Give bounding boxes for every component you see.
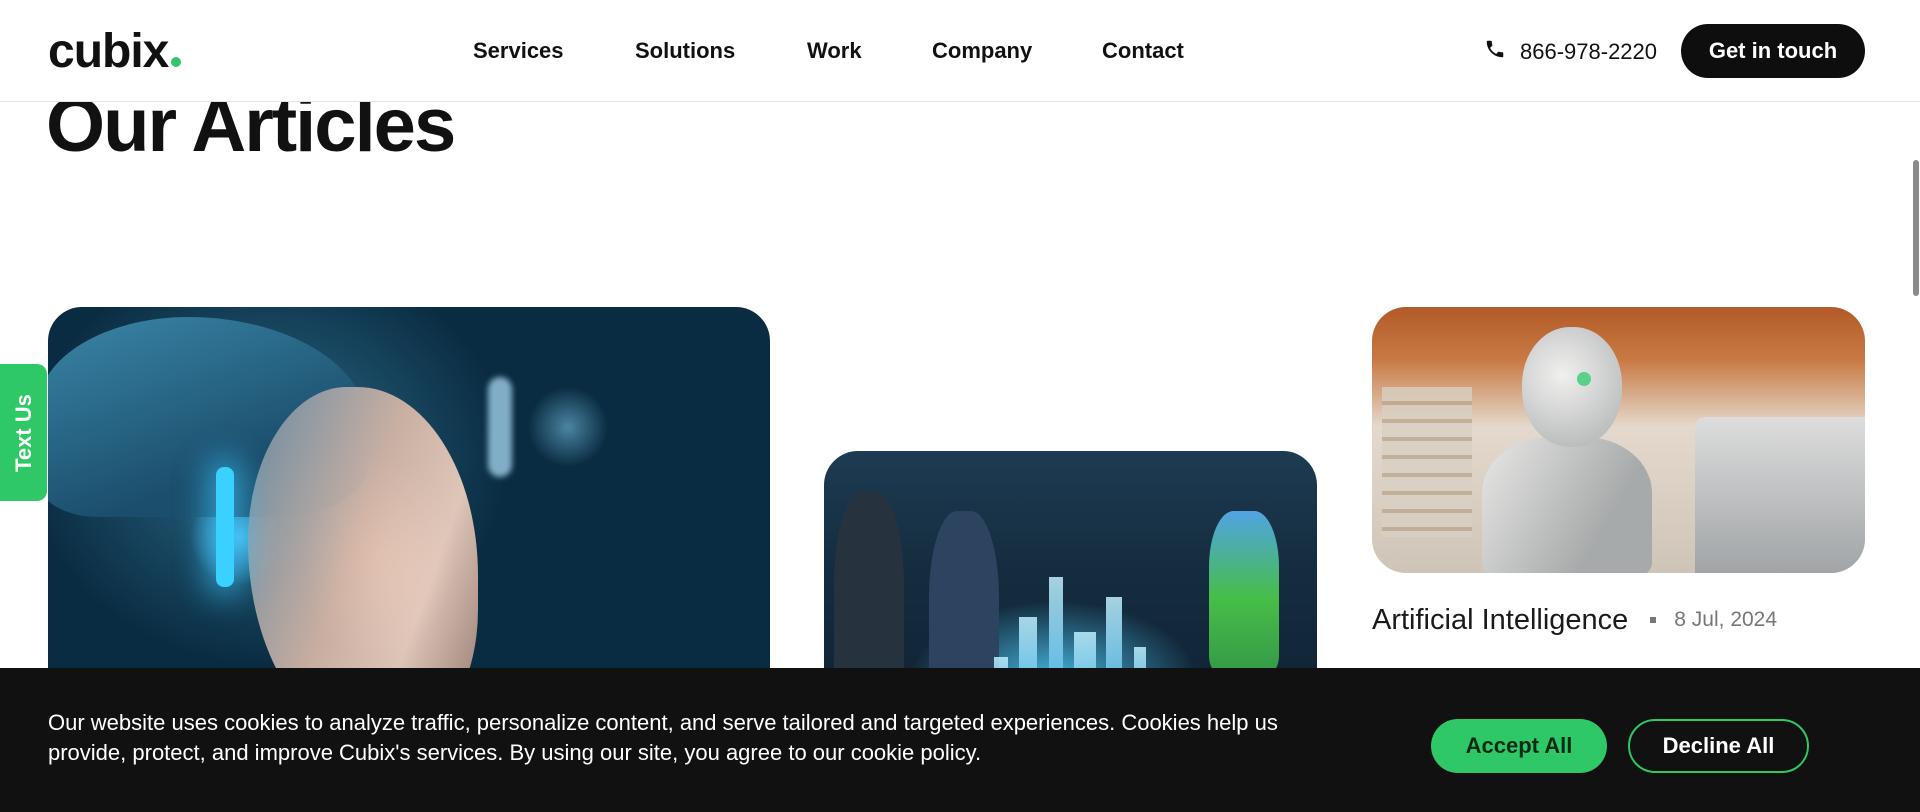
site-header: cubix Services Solutions Work Company Co…	[0, 0, 1920, 102]
cookie-text: Our website uses cookies to analyze traf…	[48, 710, 1278, 765]
phone-icon	[1484, 38, 1506, 66]
image-detail	[1695, 417, 1865, 573]
logo-dot	[171, 57, 182, 67]
article-image-ai-woman[interactable]	[48, 307, 770, 727]
nav-solutions[interactable]: Solutions	[635, 38, 735, 64]
article-date: 8 Jul, 2024	[1674, 608, 1778, 631]
cubix-logo[interactable]: cubix	[48, 25, 182, 78]
nav-contact[interactable]: Contact	[1102, 38, 1184, 64]
accept-all-button[interactable]: Accept All	[1431, 719, 1607, 773]
image-detail	[1577, 372, 1591, 386]
get-in-touch-button[interactable]: Get in touch	[1681, 24, 1865, 78]
article-meta: Artificial Intelligence 8 Jul, 2024	[1372, 600, 1777, 640]
article-category[interactable]: Artificial Intelligence	[1372, 604, 1628, 637]
scrollbar-thumb[interactable]	[1913, 160, 1919, 296]
image-detail	[1482, 437, 1652, 573]
article-image-robot-store[interactable]	[1372, 307, 1865, 573]
nav-services[interactable]: Services	[473, 38, 564, 64]
phone-link[interactable]: 866-978-2220	[1484, 38, 1657, 66]
nav-company[interactable]: Company	[932, 38, 1032, 64]
text-us-label: Text Us	[10, 393, 36, 472]
image-detail	[1209, 511, 1279, 671]
meta-separator	[1650, 617, 1657, 623]
text-us-tab[interactable]: Text Us	[0, 364, 47, 501]
image-detail	[488, 377, 512, 477]
phone-number: 866-978-2220	[1520, 39, 1658, 64]
image-detail	[1522, 327, 1622, 447]
image-detail	[1382, 387, 1472, 537]
nav-work[interactable]: Work	[807, 38, 862, 64]
image-detail	[216, 467, 234, 587]
cookie-banner: Our website uses cookies to analyze traf…	[0, 668, 1920, 812]
decline-all-button[interactable]: Decline All	[1628, 719, 1809, 773]
logo-text: cubix	[48, 25, 169, 78]
